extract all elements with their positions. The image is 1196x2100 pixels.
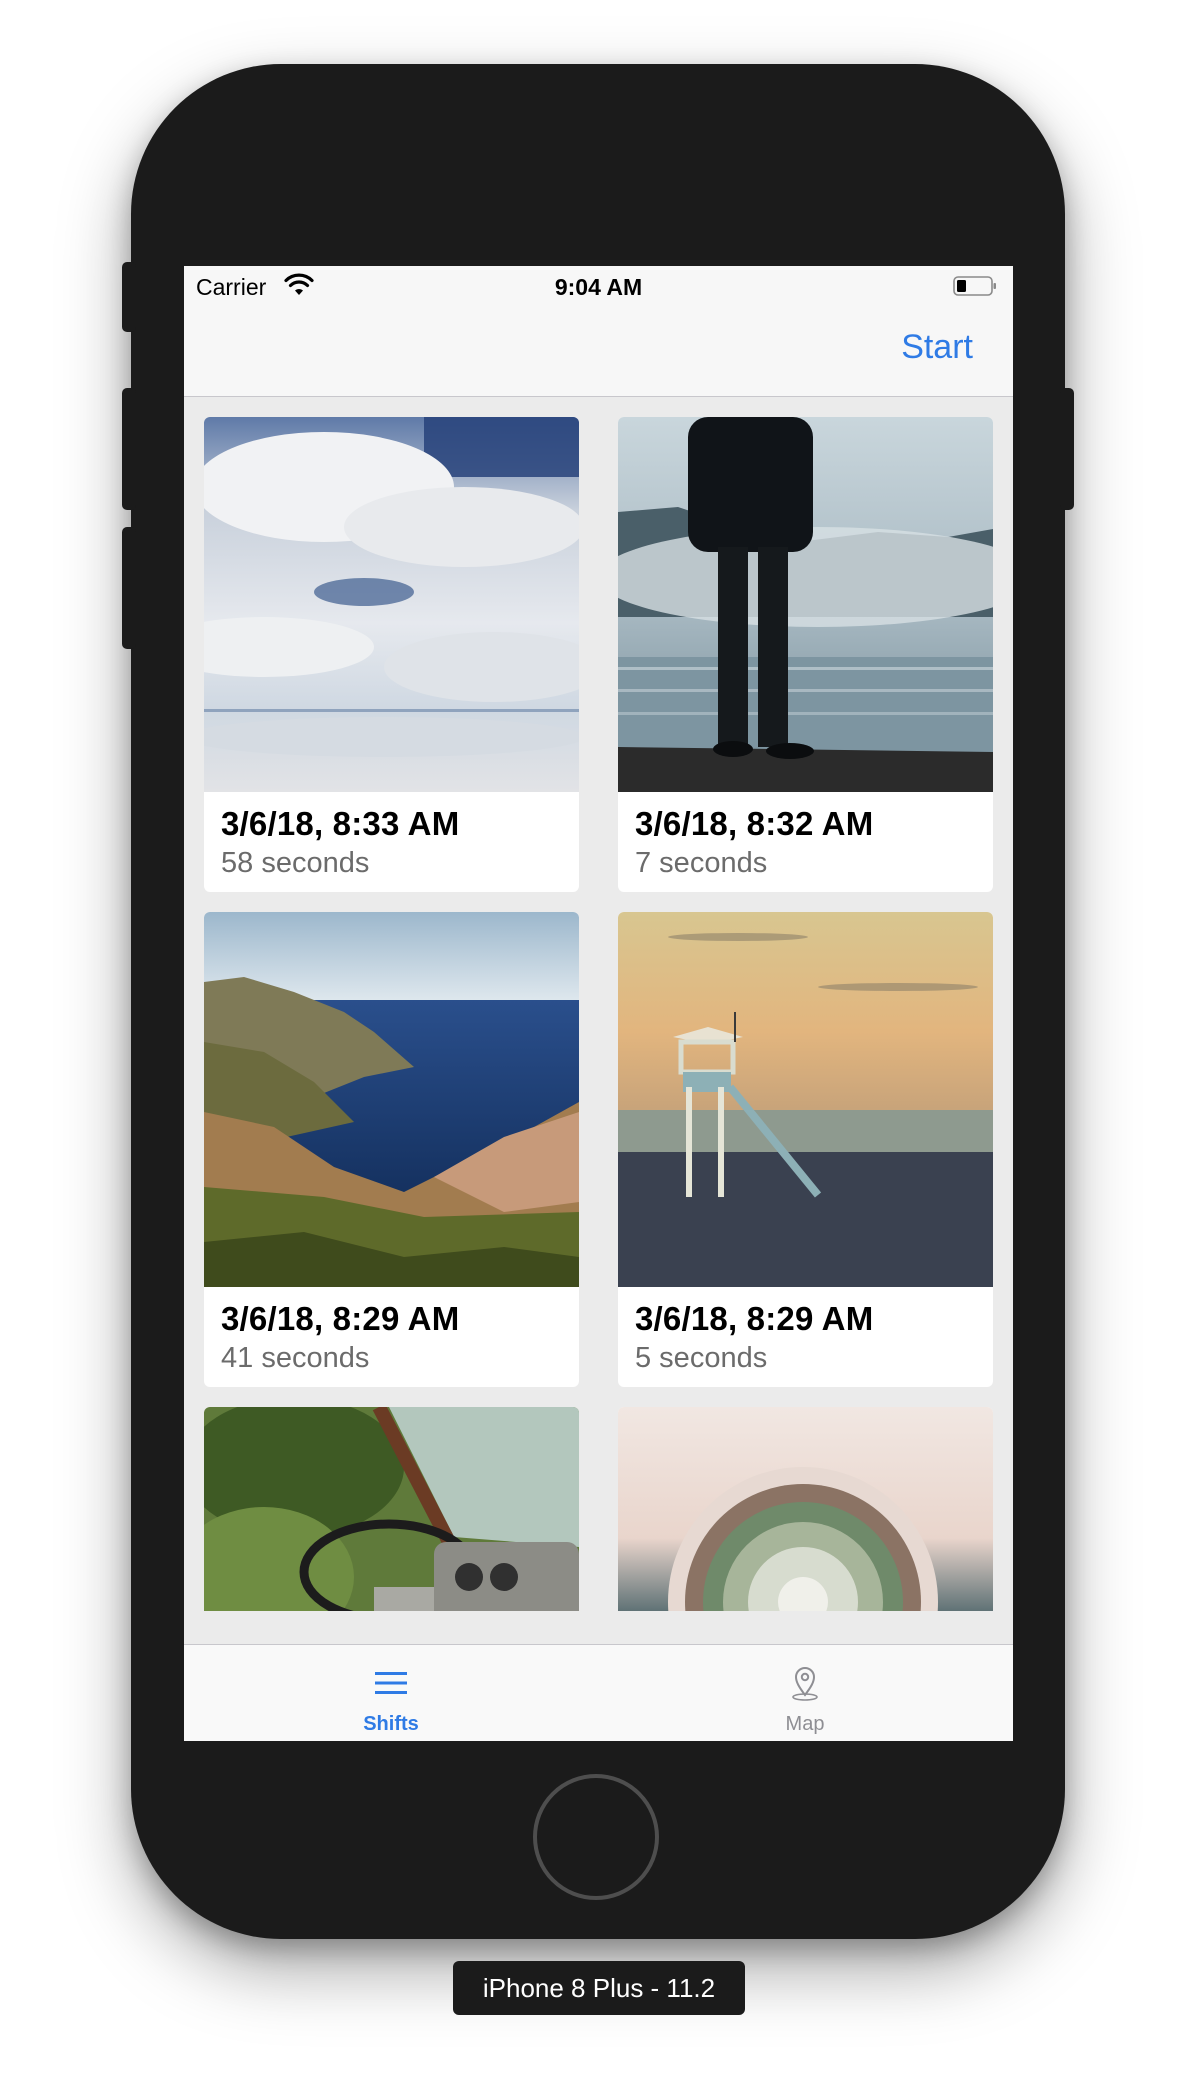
- shift-date: 3/6/18, 8:32 AM: [635, 805, 874, 842]
- volume-up-button: [122, 388, 136, 510]
- shift-card[interactable]: 3/6/18, 8:32 AM 7 seconds: [618, 417, 993, 892]
- person-misty-lake-photo: [618, 417, 993, 792]
- navigation-bar: Start: [184, 306, 1013, 397]
- power-button: [1060, 388, 1074, 510]
- battery-icon: [953, 276, 996, 296]
- list-icon: [375, 1672, 407, 1694]
- tab-map-label: Map: [785, 1713, 825, 1735]
- shift-card[interactable]: 3/6/18, 8:29 AM 41 seconds: [204, 912, 579, 1387]
- shift-duration: 41 seconds: [221, 1342, 370, 1374]
- abandoned-truck-steering-wheel-photo: [204, 1407, 579, 1611]
- cactus-pot-photo: [618, 1407, 993, 1611]
- coastal-cliffs-sea-photo: [204, 912, 579, 1287]
- mute-switch: [122, 262, 136, 332]
- simulator-device-label: iPhone 8 Plus - 11.2: [453, 1961, 745, 2015]
- shift-duration: 5 seconds: [635, 1342, 768, 1374]
- shift-card[interactable]: 3/6/18, 8:29 AM 5 seconds: [618, 912, 993, 1387]
- shift-duration: 7 seconds: [635, 847, 768, 879]
- shifts-grid[interactable]: 3/6/18, 8:33 AM 58 seconds 3/6/18, 8:32 …: [184, 397, 1013, 1611]
- status-time: 9:04 AM: [554, 274, 643, 300]
- app-screen: Carrier 9:04 AM Start 3/6/18, 8:33 AM 58…: [184, 266, 1013, 1741]
- shift-date: 3/6/18, 8:29 AM: [635, 1300, 874, 1337]
- shift-card[interactable]: [204, 1407, 579, 1611]
- start-button[interactable]: Start: [901, 328, 973, 367]
- shift-date: 3/6/18, 8:29 AM: [221, 1300, 460, 1337]
- shift-duration: 58 seconds: [221, 847, 370, 879]
- clouds-salt-flat-photo: [204, 417, 579, 792]
- map-pin-icon: [792, 1667, 818, 1701]
- shift-card[interactable]: [618, 1407, 993, 1611]
- home-button[interactable]: [533, 1774, 659, 1900]
- tab-shifts[interactable]: Shifts: [184, 1645, 598, 1741]
- volume-down-button: [122, 527, 136, 649]
- shift-date: 3/6/18, 8:33 AM: [221, 805, 460, 842]
- tab-bar: Shifts Map: [184, 1644, 1013, 1741]
- shift-card[interactable]: 3/6/18, 8:33 AM 58 seconds: [204, 417, 579, 892]
- lifeguard-tower-beach-photo: [618, 912, 993, 1287]
- tab-map[interactable]: Map: [598, 1645, 1012, 1741]
- tab-shifts-label: Shifts: [363, 1713, 419, 1735]
- status-bar: Carrier 9:04 AM: [184, 266, 1013, 306]
